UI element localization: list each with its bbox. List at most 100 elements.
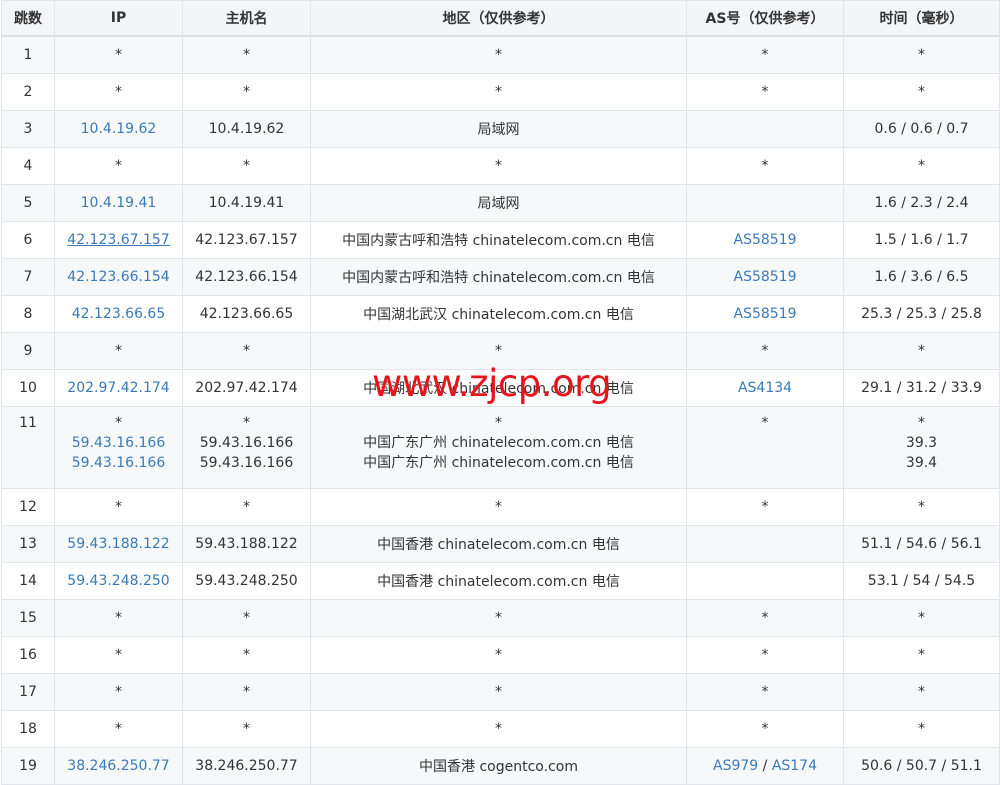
as-cell: AS58519 (686, 221, 844, 259)
as-cell: * (686, 636, 844, 674)
traceroute-table: 跳数 IP 主机名 地区（仅供参考） AS号（仅供参考） 时间（毫秒） 1 * … (1, 0, 1000, 785)
as-cell: AS58519 (686, 258, 844, 296)
ip-link[interactable]: 42.123.66.154 (67, 269, 169, 285)
as-cell: * (686, 332, 844, 370)
header-hostname: 主机名 (182, 0, 311, 37)
time-cell: * (843, 147, 1000, 185)
time-cell: 1.6 / 2.3 / 2.4 (843, 184, 1000, 222)
as-link[interactable]: AS4134 (738, 380, 792, 396)
hop-cell: 2 (1, 73, 55, 111)
region-text: * (495, 415, 502, 431)
region-cell: * 中国广东广州 chinatelecom.com.cn 电信 中国广东广州 c… (310, 406, 687, 489)
time-cell: * (843, 636, 1000, 674)
table-row: 11 * 59.43.16.166 59.43.16.166 * 59.43.1… (1, 406, 1000, 489)
header-as-number: AS号（仅供参考） (686, 0, 844, 37)
region-cell: 中国香港 chinatelecom.com.cn 电信 (310, 562, 687, 600)
ip-link[interactable]: 59.43.16.166 (55, 433, 182, 453)
ip-cell: * (54, 147, 183, 185)
hostname-cell: 42.123.66.65 (182, 295, 311, 333)
as-cell (686, 525, 844, 563)
hostname-cell: 59.43.248.250 (182, 562, 311, 600)
region-cell: * (310, 332, 687, 370)
time-cell: 0.6 / 0.6 / 0.7 (843, 110, 1000, 148)
as-link[interactable]: AS58519 (734, 269, 797, 285)
as-link[interactable]: AS174 (772, 758, 817, 774)
ip-cell: 202.97.42.174 (54, 369, 183, 407)
hostname-cell: 202.97.42.174 (182, 369, 311, 407)
as-cell (686, 110, 844, 148)
as-cell: * (686, 673, 844, 711)
table-row: 8 42.123.66.65 42.123.66.65 中国湖北武汉 china… (1, 295, 1000, 333)
ip-link[interactable]: 38.246.250.77 (67, 758, 169, 774)
table-row: 14 59.43.248.250 59.43.248.250 中国香港 chin… (1, 562, 1000, 600)
hop-cell: 12 (1, 488, 55, 526)
ip-cell: * (54, 673, 183, 711)
ip-link[interactable]: 59.43.188.122 (67, 536, 169, 552)
as-cell: * (686, 710, 844, 748)
region-cell: 中国内蒙古呼和浩特 chinatelecom.com.cn 电信 (310, 258, 687, 296)
hop-cell: 15 (1, 599, 55, 637)
ip-cell: 42.123.66.65 (54, 295, 183, 333)
region-cell: * (310, 710, 687, 748)
as-cell: * (686, 599, 844, 637)
hostname-cell: 38.246.250.77 (182, 747, 311, 785)
header-hop: 跳数 (1, 0, 55, 37)
ip-link[interactable]: 42.123.67.157 (67, 232, 169, 248)
as-cell: * (686, 147, 844, 185)
region-cell: * (310, 488, 687, 526)
ip-link[interactable]: 202.97.42.174 (67, 380, 169, 396)
hostname-text: * (243, 415, 250, 431)
hostname-cell: * (182, 673, 311, 711)
table-row: 16 * * * * * (1, 636, 1000, 674)
ip-link[interactable]: 59.43.248.250 (67, 573, 169, 589)
region-cell: * (310, 599, 687, 637)
time-cell: * 39.3 39.4 (843, 406, 1000, 489)
region-cell: 中国香港 chinatelecom.com.cn 电信 (310, 525, 687, 563)
hop-cell: 14 (1, 562, 55, 600)
time-cell: * (843, 488, 1000, 526)
time-cell: 51.1 / 54.6 / 56.1 (843, 525, 1000, 563)
ip-link[interactable]: 10.4.19.41 (81, 195, 157, 211)
hop-cell: 19 (1, 747, 55, 785)
region-cell: 中国内蒙古呼和浩特 chinatelecom.com.cn 电信 (310, 221, 687, 259)
time-cell: * (843, 35, 1000, 74)
hostname-cell: 42.123.67.157 (182, 221, 311, 259)
table-row: 6 42.123.67.157 42.123.67.157 中国内蒙古呼和浩特 … (1, 221, 1000, 259)
region-cell: 中国湖北武汉 chinatelecom.com.cn 电信 (310, 295, 687, 333)
as-link[interactable]: AS58519 (734, 306, 797, 322)
hostname-text: 59.43.16.166 (199, 435, 294, 451)
as-cell: AS4134 (686, 369, 844, 407)
time-cell: * (843, 673, 1000, 711)
ip-cell: * (54, 636, 183, 674)
as-link[interactable]: AS58519 (734, 232, 797, 248)
table-row: 5 10.4.19.41 10.4.19.41 局域网 1.6 / 2.3 / … (1, 184, 1000, 222)
ip-cell: 38.246.250.77 (54, 747, 183, 785)
hostname-cell: * (182, 35, 311, 74)
table-row: 3 10.4.19.62 10.4.19.62 局域网 0.6 / 0.6 / … (1, 110, 1000, 148)
hostname-cell: 42.123.66.154 (182, 258, 311, 296)
region-cell: 中国香港 cogentco.com (310, 747, 687, 785)
table-row: 19 38.246.250.77 38.246.250.77 中国香港 coge… (1, 747, 1000, 785)
ip-link[interactable]: 59.43.16.166 (55, 453, 182, 473)
hostname-cell: * (182, 147, 311, 185)
hostname-cell: 59.43.188.122 (182, 525, 311, 563)
ip-link[interactable]: 42.123.66.65 (72, 306, 166, 322)
table-header-row: 跳数 IP 主机名 地区（仅供参考） AS号（仅供参考） 时间（毫秒） (1, 0, 1000, 37)
table-row: 15 * * * * * (1, 599, 1000, 637)
ip-link[interactable]: 10.4.19.62 (81, 121, 157, 137)
ip-cell: 10.4.19.41 (54, 184, 183, 222)
time-text: 39.4 (905, 455, 938, 471)
ip-cell: 10.4.19.62 (54, 110, 183, 148)
hostname-cell: 10.4.19.41 (182, 184, 311, 222)
as-cell: AS979 / AS174 (686, 747, 844, 785)
as-cell (686, 184, 844, 222)
time-cell: 1.6 / 3.6 / 6.5 (843, 258, 1000, 296)
ip-cell: * (54, 488, 183, 526)
hop-cell: 10 (1, 369, 55, 407)
as-link[interactable]: AS979 (713, 758, 758, 774)
hop-cell: 6 (1, 221, 55, 259)
time-cell: 53.1 / 54 / 54.5 (843, 562, 1000, 600)
table-row: 7 42.123.66.154 42.123.66.154 中国内蒙古呼和浩特 … (1, 258, 1000, 296)
hop-cell: 13 (1, 525, 55, 563)
as-cell (686, 562, 844, 600)
